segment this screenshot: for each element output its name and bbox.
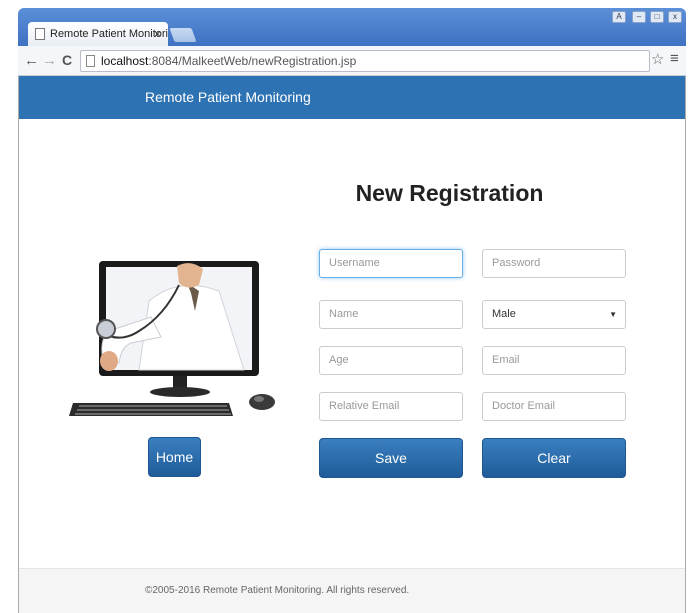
forward-arrow-icon[interactable]: → xyxy=(42,52,57,69)
url-host: localhost xyxy=(101,54,149,68)
menu-icon[interactable]: ≡ xyxy=(670,50,679,67)
browser-tab[interactable]: Remote Patient Monitorir × xyxy=(28,22,168,46)
username-input[interactable]: Username xyxy=(319,249,463,278)
gender-selected-value: Male xyxy=(492,308,516,320)
name-input[interactable]: Name xyxy=(319,300,463,329)
page-viewport: Remote Patient Monitoring New Registrati… xyxy=(18,76,686,613)
navbar: Remote Patient Monitoring xyxy=(19,76,685,119)
caret-down-icon: ▼ xyxy=(609,310,617,319)
back-arrow-icon[interactable]: ← xyxy=(24,52,39,69)
email-input[interactable]: Email xyxy=(482,346,626,375)
doctor-monitor-illustration xyxy=(69,261,275,416)
home-button[interactable]: Home xyxy=(148,437,201,477)
browser-titlebar: Remote Patient Monitorir × A – □ x xyxy=(18,8,686,46)
navbar-brand[interactable]: Remote Patient Monitoring xyxy=(145,89,311,105)
relative-email-input[interactable]: Relative Email xyxy=(319,392,463,421)
doctor-email-input[interactable]: Doctor Email xyxy=(482,392,626,421)
monitor-base xyxy=(150,387,210,397)
computer-mouse xyxy=(249,394,275,410)
close-window-button[interactable]: x xyxy=(668,11,682,23)
bookmark-star-icon[interactable]: ☆ xyxy=(651,50,664,68)
doctor-neck xyxy=(177,263,203,288)
page-icon xyxy=(35,28,45,40)
age-input[interactable]: Age xyxy=(319,346,463,375)
profile-icon[interactable]: A xyxy=(612,11,626,23)
page-icon xyxy=(86,55,95,67)
new-tab-button[interactable] xyxy=(169,28,197,42)
tab-close-icon[interactable]: × xyxy=(154,22,161,46)
address-bar[interactable]: localhost:8084/MalkeetWeb/newRegistratio… xyxy=(80,50,650,72)
maximize-button[interactable]: □ xyxy=(650,11,664,23)
minimize-button[interactable]: – xyxy=(632,11,646,23)
doctor-hand xyxy=(100,351,118,371)
url-path: :8084/MalkeetWeb/newRegistration.jsp xyxy=(148,54,357,68)
page-title: New Registration xyxy=(355,180,544,206)
password-input[interactable]: Password xyxy=(482,249,626,278)
footer: ©2005-2016 Remote Patient Monitoring. Al… xyxy=(19,568,685,613)
reload-icon[interactable]: C xyxy=(62,52,72,68)
gender-select[interactable]: Male ▼ xyxy=(482,300,626,329)
clear-button[interactable]: Clear xyxy=(482,438,626,478)
browser-toolbar: ← → C localhost:8084/MalkeetWeb/newRegis… xyxy=(18,46,686,76)
footer-copyright: ©2005-2016 Remote Patient Monitoring. Al… xyxy=(145,585,410,596)
save-button[interactable]: Save xyxy=(319,438,463,478)
tab-title: Remote Patient Monitorir xyxy=(50,28,168,40)
stethoscope-chestpiece xyxy=(96,319,116,339)
